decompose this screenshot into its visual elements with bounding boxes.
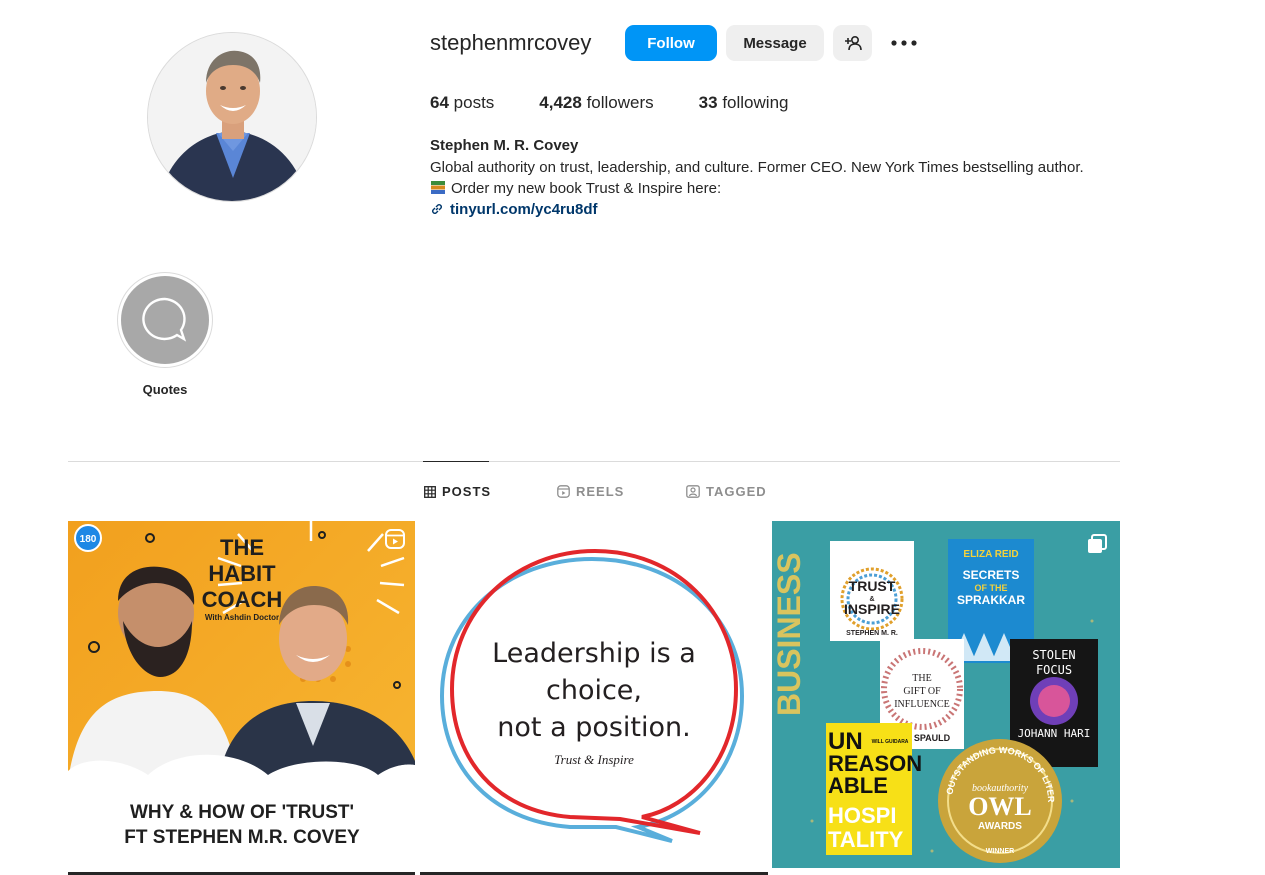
book5-title-5: TALITY [828,827,904,852]
book1-title-1: TRUST [849,578,896,594]
business-side-text: BUSINESS [772,552,807,716]
tab-tagged[interactable]: TAGGED [686,484,767,499]
award-bottom: WINNER [986,848,1014,855]
books-emoji-icon [431,181,445,194]
book3-title-1: THE [912,673,931,684]
book3-title-3: INFLUENCE [894,699,950,710]
bio-book-line: Order my new book Trust & Inspire here: [430,178,1130,199]
book4-author: JOHANN HARI [1018,727,1091,740]
book3-title-2: GIFT OF [903,686,941,697]
book4-title-1: STOLEN [1032,648,1075,662]
profile-stats: 64 posts 4,428 followers 33 following [430,93,833,113]
book1-title-2: INSPIRE [844,601,900,617]
book4-title-2: FOCUS [1036,663,1072,677]
quote-line-2: choice, [546,675,642,706]
message-button[interactable]: Message [726,25,824,61]
book5-author: WILL GUIDARA [872,739,909,745]
following-stat[interactable]: 33 following [699,93,789,113]
bio-link[interactable]: tinyurl.com/yc4ru8df [450,201,598,218]
post1-title-3: COACH [202,587,283,612]
bio-link-row[interactable]: tinyurl.com/yc4ru8df [430,199,1130,220]
book2-title-2: OF THE [975,583,1008,593]
post-habit-coach[interactable]: 180 THE HABIT COACH With Ashdin Doctor W… [68,521,415,875]
tab-posts[interactable]: POSTS [424,484,491,499]
book1-author: STEPHEN M. R. [846,630,898,637]
posts-stat: 64 posts [430,93,495,112]
post1-caption-1: WHY & HOW OF 'TRUST' [130,802,354,823]
book2-author: ELIZA REID [963,549,1018,560]
book2-title-1: SECRETS [963,568,1020,582]
avatar-photo [148,33,316,201]
follow-button[interactable]: Follow [625,25,717,61]
book5-title-3: ABLE [828,773,888,798]
highlight-cover [121,276,209,364]
followers-stat[interactable]: 4,428 followers [539,93,653,113]
tagged-icon [686,485,700,498]
post3-artwork: BUSINESS TRUST & INSPIRE STEPHEN M. R. E… [772,521,1120,868]
award-title: OWL [968,792,1032,821]
highlight-label: Quotes [142,382,188,397]
quote-line-3: not a position. [497,712,690,743]
grid-icon [424,485,436,498]
profile-username: stephenmrcovey [430,30,592,55]
bio-text: Global authority on trust, leadership, a… [430,159,1084,176]
post-business-books[interactable]: BUSINESS TRUST & INSPIRE STEPHEN M. R. E… [772,521,1120,868]
profile-avatar[interactable] [147,32,317,202]
book3-author: SPAULD [914,733,951,743]
add-person-icon [844,35,862,51]
quote-attribution: Trust & Inspire [554,752,634,767]
post1-subtitle: With Ashdin Doctor [205,613,279,622]
link-icon [432,204,442,214]
active-tab-indicator [423,461,489,462]
quote-line-1: Leadership is a [492,638,696,669]
post1-title-1: THE [220,535,264,560]
tabs-divider [68,461,1120,462]
award-subtitle: AWARDS [978,821,1022,832]
more-options-icon [891,40,917,46]
profile-full-name: Stephen M. R. Covey [430,137,579,154]
highlight-quotes[interactable] [117,272,213,368]
podcast-badge: 180 [80,534,97,545]
profile-bio: Global authority on trust, leadership, a… [430,157,1130,220]
tab-reels[interactable]: REELS [557,484,624,499]
options-button[interactable] [890,30,918,56]
post2-artwork: Leadership is a choice, not a position. … [420,521,768,875]
post1-title-2: HABIT [208,561,276,586]
post1-artwork: 180 THE HABIT COACH With Ashdin Doctor W… [68,521,415,875]
post1-caption-2: FT STEPHEN M.R. COVEY [124,827,360,848]
book5-title-4: HOSPI [828,803,896,828]
reels-icon [557,485,570,498]
post-leadership-quote[interactable]: Leadership is a choice, not a position. … [420,521,768,875]
book2-title-3: SPRAKKAR [957,593,1025,607]
suggest-accounts-button[interactable] [833,25,872,61]
speech-bubble-icon [142,297,187,342]
